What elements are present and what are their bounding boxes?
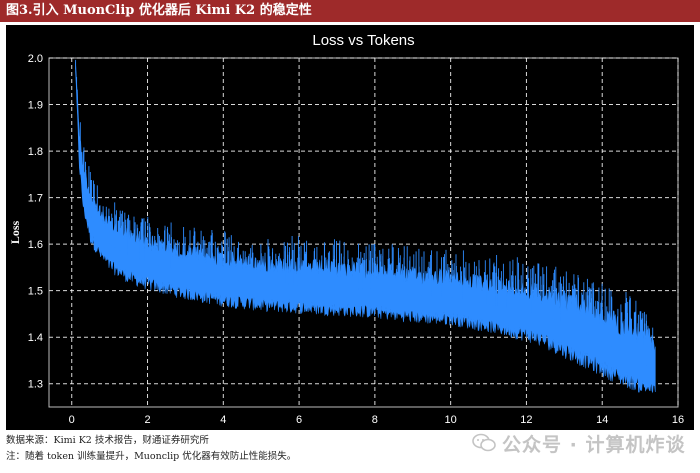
x-tick-label: 0 — [69, 414, 75, 426]
chart: 0 2 4 6 8 10 12 14 16 1.3 1.4 1.5 1.6 1.7 1.8 1.9 2.0 Los… — [6, 25, 694, 430]
x-tick-label: 16 — [672, 414, 684, 426]
y-tick-label: 1.9 — [28, 100, 43, 112]
y-tick-label: 1.8 — [28, 146, 43, 158]
y-tick-label: 1.5 — [28, 286, 43, 298]
footer-note: 注：随着 token 训练量提升，Muonclip 优化器有效防止性能损失。 — [6, 451, 297, 462]
figure-header: 图3.引入 MuonClip 优化器后 Kimi K2 的稳定性 — [0, 0, 700, 22]
x-tick-label: 14 — [596, 414, 608, 426]
x-tick-label: 10 — [445, 414, 457, 426]
x-tick-label: 8 — [372, 414, 378, 426]
x-tick-label: 2 — [144, 414, 150, 426]
watermark: 公众号 · 计算机炸谈 — [472, 428, 685, 458]
y-axis-label: Loss — [8, 220, 22, 244]
x-tick-label: 12 — [520, 414, 532, 426]
x-tick-label: 6 — [296, 414, 302, 426]
footer-source: 数据来源：Kimi K2 技术报告，财通证券研究所 — [6, 435, 209, 446]
y-tick-label: 1.6 — [28, 239, 43, 251]
y-tick-label: 1.4 — [28, 332, 43, 344]
watermark-text: 公众号 · 计算机炸谈 — [502, 433, 686, 456]
wechat-logo-icon — [472, 433, 496, 452]
y-tick-label: 1.3 — [28, 379, 43, 391]
x-tick-label: 4 — [220, 414, 226, 426]
chart-svg: 0 2 4 6 8 10 12 14 16 1.3 1.4 1.5 1.6 1.7 1.8 1.9 2.0 Los… — [6, 25, 694, 430]
y-tick-label: 1.7 — [28, 193, 43, 205]
y-tick-label: 2.0 — [28, 53, 43, 65]
chart-title: Loss vs Tokens — [312, 32, 414, 49]
